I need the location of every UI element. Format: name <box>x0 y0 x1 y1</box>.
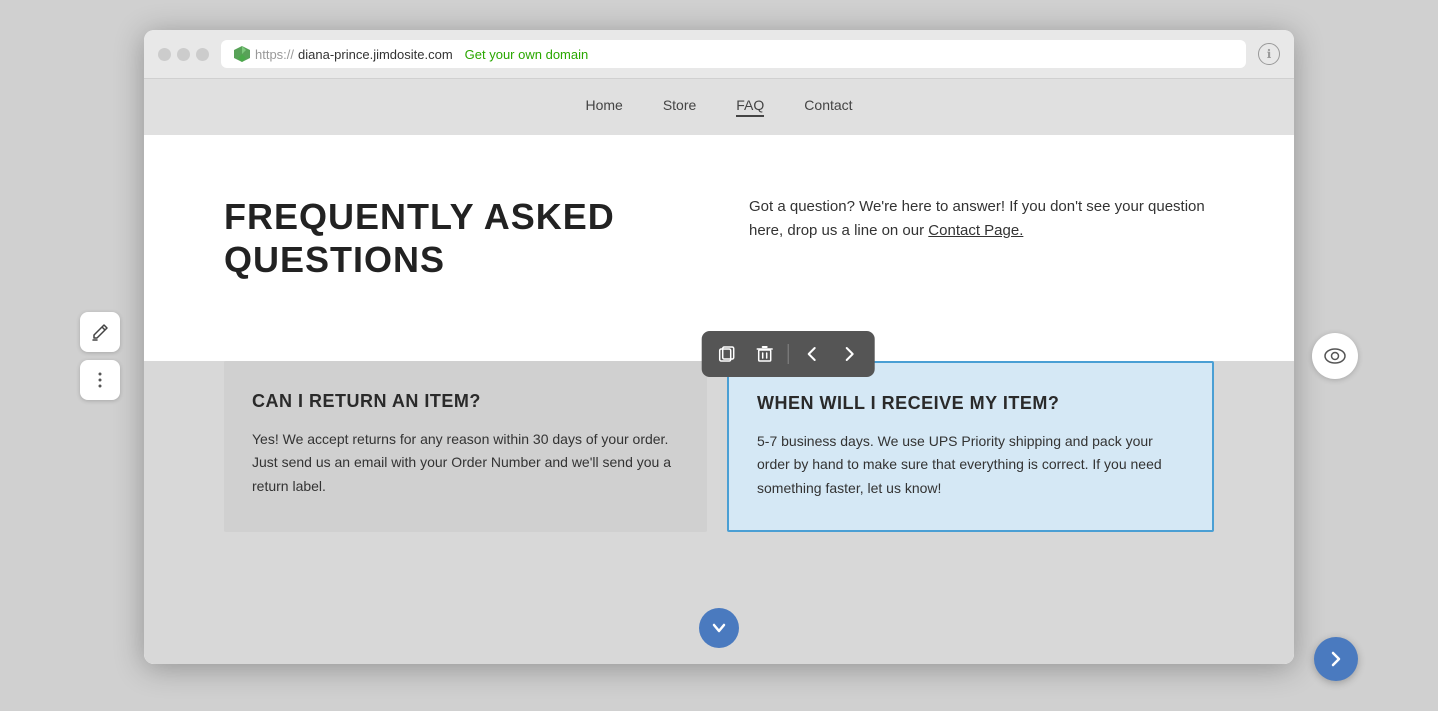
toolbar-prev-button[interactable] <box>795 337 829 371</box>
nav-item-contact[interactable]: Contact <box>804 97 852 117</box>
nav-item-faq[interactable]: FAQ <box>736 97 764 117</box>
nav-item-store[interactable]: Store <box>663 97 696 117</box>
jimdo-logo-icon <box>233 45 251 63</box>
faq-card-2[interactable]: WHEN WILL I RECEIVE MY ITEM? 5-7 busines… <box>727 361 1214 531</box>
address-bar[interactable]: https:// diana-prince.jimdosite.com Get y… <box>221 40 1246 68</box>
pen-icon <box>90 322 110 342</box>
url-protocol: https:// <box>255 47 294 62</box>
faq-card-2-body: 5-7 business days. We use UPS Priority s… <box>757 430 1184 499</box>
toolbar-copy-button[interactable] <box>710 337 744 371</box>
traffic-light-maximize <box>196 48 209 61</box>
info-button[interactable]: ℹ <box>1258 43 1280 65</box>
url-domain: diana-prince.jimdosite.com <box>298 47 453 62</box>
cards-section: CAN I RETURN AN ITEM? Yes! We accept ret… <box>144 361 1294 591</box>
faq-title: FREQUENTLY ASKED QUESTIONS <box>224 195 689 281</box>
eye-icon <box>1324 348 1346 364</box>
nav-item-home[interactable]: Home <box>585 97 622 117</box>
browser-window: https:// diana-prince.jimdosite.com Get y… <box>144 30 1294 664</box>
site-nav: Home Store FAQ Contact <box>144 79 1294 135</box>
scroll-down-button[interactable] <box>699 608 739 648</box>
floating-toolbar <box>702 331 875 377</box>
toolbar-divider <box>788 344 789 364</box>
faq-card-1-title: CAN I RETURN AN ITEM? <box>252 391 679 412</box>
scroll-down-icon <box>712 621 726 635</box>
faq-card-1-body: Yes! We accept returns for any reason wi… <box>252 428 679 497</box>
copy-icon <box>718 345 736 363</box>
toolbar-next-button[interactable] <box>833 337 867 371</box>
left-tools <box>80 312 120 400</box>
faq-card-2-title: WHEN WILL I RECEIVE MY ITEM? <box>757 393 1184 414</box>
preview-button[interactable] <box>1312 333 1358 379</box>
delete-icon <box>756 345 774 363</box>
prev-icon <box>806 345 818 363</box>
traffic-light-close <box>158 48 171 61</box>
faq-card-1[interactable]: CAN I RETURN AN ITEM? Yes! We accept ret… <box>224 361 707 531</box>
more-options-button[interactable] <box>80 360 120 400</box>
toolbar-delete-button[interactable] <box>748 337 782 371</box>
faq-description: Got a question? We're here to answer! If… <box>749 195 1214 243</box>
browser-chrome: https:// diana-prince.jimdosite.com Get y… <box>144 30 1294 79</box>
traffic-lights <box>158 48 209 61</box>
traffic-light-minimize <box>177 48 190 61</box>
site-content: FREQUENTLY ASKED QUESTIONS Got a questio… <box>144 135 1294 664</box>
nav-items: Home Store FAQ Contact <box>585 79 852 135</box>
pen-tool-button[interactable] <box>80 312 120 352</box>
get-own-domain-link[interactable]: Get your own domain <box>465 47 589 62</box>
more-dots-icon <box>98 371 102 389</box>
contact-page-link[interactable]: Contact Page. <box>928 222 1023 239</box>
faq-header-section: FREQUENTLY ASKED QUESTIONS Got a questio… <box>144 135 1294 361</box>
next-icon <box>844 345 856 363</box>
scroll-right-button[interactable] <box>1314 637 1358 681</box>
chevron-right-icon <box>1329 650 1343 668</box>
scroll-indicator <box>144 592 1294 664</box>
